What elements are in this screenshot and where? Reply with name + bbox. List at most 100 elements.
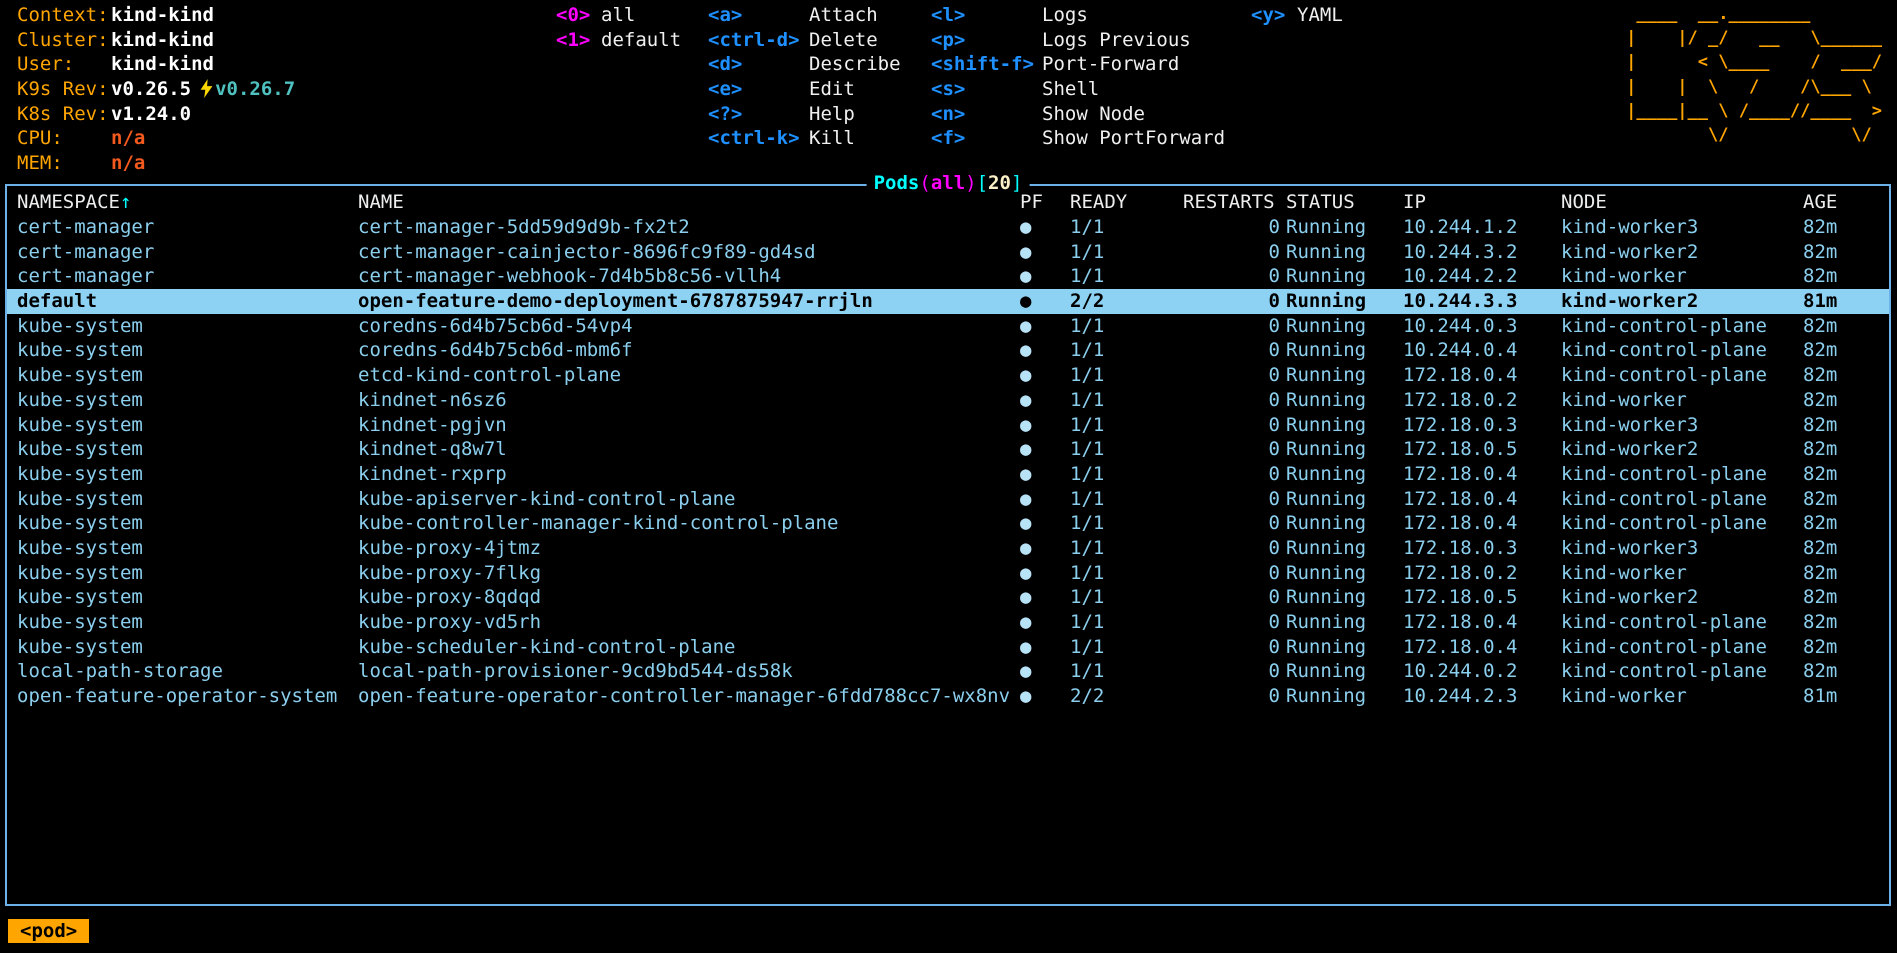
cell-ready: 1/1 xyxy=(1070,511,1180,536)
menu-item-logs-previous[interactable]: <p>Logs Previous xyxy=(931,28,1225,53)
menu-item-shell[interactable]: <s>Shell xyxy=(931,77,1225,102)
column-header-status[interactable]: STATUS xyxy=(1286,186,1401,218)
table-row[interactable]: kube-systemkube-proxy-4jtmz●1/10Running1… xyxy=(7,536,1889,561)
menu-item-logs[interactable]: <l>Logs xyxy=(931,3,1225,28)
pf-bullet-icon: ● xyxy=(1020,338,1068,363)
cell-ready: 1/1 xyxy=(1070,635,1180,660)
cell-status: Running xyxy=(1286,487,1401,512)
cell-node: kind-control-plane xyxy=(1561,462,1801,487)
info-label: K8s Rev: xyxy=(17,102,111,127)
table-row[interactable]: kube-systemkube-proxy-8qdqd●1/10Running1… xyxy=(7,585,1889,610)
table-row[interactable]: kube-systemkindnet-pgjvn●1/10Running172.… xyxy=(7,413,1889,438)
cell-ip: 172.18.0.3 xyxy=(1403,536,1558,561)
cell-name: kube-proxy-vd5rh xyxy=(358,610,1018,635)
info-value: v0.26.5 xyxy=(111,78,191,100)
k9s-logo: ____ __.________| |/ _/ __ \______| < \_… xyxy=(1626,2,1882,147)
menu-action-label: Help xyxy=(809,103,855,125)
cell-ip: 172.18.0.5 xyxy=(1403,585,1558,610)
menu-item-kill[interactable]: <ctrl-k>Kill xyxy=(708,126,901,151)
pf-bullet-icon: ● xyxy=(1020,264,1068,289)
column-header-restarts[interactable]: RESTARTS xyxy=(1183,186,1280,218)
pf-bullet-icon: ● xyxy=(1020,487,1068,512)
cell-ready: 1/1 xyxy=(1070,413,1180,438)
menu-item-show-node[interactable]: <n>Show Node xyxy=(931,102,1225,127)
info-label: MEM: xyxy=(17,151,111,176)
menu-action-label: Logs Previous xyxy=(1042,29,1191,51)
menu-action-label: Shell xyxy=(1042,78,1099,100)
cell-restarts: 0 xyxy=(1183,610,1280,635)
cell-node: kind-worker3 xyxy=(1561,413,1801,438)
table-row[interactable]: kube-systemkube-proxy-vd5rh●1/10Running1… xyxy=(7,610,1889,635)
cell-namespace: cert-manager xyxy=(17,240,357,265)
table-row[interactable]: open-feature-operator-systemopen-feature… xyxy=(7,684,1889,709)
cell-age: 82m xyxy=(1803,536,1883,561)
hotkey: <0> xyxy=(556,3,601,28)
menu-item-help[interactable]: <?>Help xyxy=(708,102,901,127)
cell-ready: 1/1 xyxy=(1070,388,1180,413)
hotkey: <1> xyxy=(556,28,601,53)
cell-status: Running xyxy=(1286,659,1401,684)
menu-action-label: Logs xyxy=(1042,4,1088,26)
column-header-ip[interactable]: IP xyxy=(1403,186,1558,218)
table-row[interactable]: kube-systemetcd-kind-control-plane●1/10R… xyxy=(7,363,1889,388)
table-row[interactable]: local-path-storagelocal-path-provisioner… xyxy=(7,659,1889,684)
table-row[interactable]: defaultopen-feature-demo-deployment-6787… xyxy=(7,289,1889,314)
table-row[interactable]: kube-systemkindnet-q8w7l●1/10Running172.… xyxy=(7,437,1889,462)
menu-item-show-portforward[interactable]: <f>Show PortForward xyxy=(931,126,1225,151)
menu-action-label: Delete xyxy=(809,29,878,51)
menu-item-attach[interactable]: <a>Attach xyxy=(708,3,901,28)
pf-bullet-icon: ● xyxy=(1020,462,1068,487)
table-row[interactable]: cert-managercert-manager-5dd59d9d9b-fx2t… xyxy=(7,215,1889,240)
cell-node: kind-worker3 xyxy=(1561,536,1801,561)
menu-action-label: Kill xyxy=(809,127,855,149)
table-row[interactable]: kube-systemkube-proxy-7flkg●1/10Running1… xyxy=(7,561,1889,586)
cell-node: kind-control-plane xyxy=(1561,338,1801,363)
menu-item-namespace-default[interactable]: <1>default xyxy=(556,28,681,53)
table-row[interactable]: kube-systemkube-controller-manager-kind-… xyxy=(7,511,1889,536)
column-header-name[interactable]: NAME xyxy=(358,186,1018,218)
cell-restarts: 0 xyxy=(1183,215,1280,240)
table-row[interactable]: cert-managercert-manager-webhook-7d4b5b8… xyxy=(7,264,1889,289)
table-row[interactable]: kube-systemkube-scheduler-kind-control-p… xyxy=(7,635,1889,660)
cell-status: Running xyxy=(1286,413,1401,438)
menu-item-namespace-all[interactable]: <0>all xyxy=(556,3,681,28)
cell-node: kind-worker xyxy=(1561,388,1801,413)
column-header-ready[interactable]: READY xyxy=(1070,186,1180,218)
crumb-pod-badge[interactable]: <pod> xyxy=(8,919,89,943)
column-header-namespace[interactable]: NAMESPACE↑ xyxy=(17,186,357,218)
cell-age: 82m xyxy=(1803,635,1883,660)
column-header-pf[interactable]: PF xyxy=(1020,186,1068,218)
table-row[interactable]: kube-systemkube-apiserver-kind-control-p… xyxy=(7,487,1889,512)
cell-ip: 172.18.0.4 xyxy=(1403,511,1558,536)
cell-namespace: kube-system xyxy=(17,536,357,561)
pf-bullet-icon: ● xyxy=(1020,659,1068,684)
column-header-node[interactable]: NODE xyxy=(1561,186,1801,218)
cell-name: cert-manager-cainjector-8696fc9f89-gd4sd xyxy=(358,240,1018,265)
column-header-age[interactable]: AGE xyxy=(1803,186,1883,218)
table-row[interactable]: cert-managercert-manager-cainjector-8696… xyxy=(7,240,1889,265)
cell-status: Running xyxy=(1286,462,1401,487)
table-row[interactable]: kube-systemcoredns-6d4b75cb6d-mbm6f●1/10… xyxy=(7,338,1889,363)
table-row[interactable]: kube-systemkindnet-rxprp●1/10Running172.… xyxy=(7,462,1889,487)
menu-item-edit[interactable]: <e>Edit xyxy=(708,77,901,102)
cell-status: Running xyxy=(1286,511,1401,536)
info-value: n/a xyxy=(111,127,145,149)
table-row[interactable]: kube-systemcoredns-6d4b75cb6d-54vp4●1/10… xyxy=(7,314,1889,339)
cell-namespace: cert-manager xyxy=(17,264,357,289)
cell-name: kube-scheduler-kind-control-plane xyxy=(358,635,1018,660)
table-row[interactable]: kube-systemkindnet-n6sz6●1/10Running172.… xyxy=(7,388,1889,413)
cell-age: 82m xyxy=(1803,363,1883,388)
cell-node: kind-control-plane xyxy=(1561,511,1801,536)
cell-restarts: 0 xyxy=(1183,413,1280,438)
menu-item-delete[interactable]: <ctrl-d>Delete xyxy=(708,28,901,53)
menu-item-port-forward[interactable]: <shift-f>Port-Forward xyxy=(931,52,1225,77)
menu-item-describe[interactable]: <d>Describe xyxy=(708,52,901,77)
menu-item-yaml[interactable]: <y>YAML xyxy=(1251,3,1343,28)
cell-namespace: kube-system xyxy=(17,462,357,487)
action-hotkey-menu-col1: <a>Attach<ctrl-d>Delete<d>Describe<e>Edi… xyxy=(708,3,901,151)
cell-namespace: kube-system xyxy=(17,585,357,610)
cell-node: kind-control-plane xyxy=(1561,487,1801,512)
cell-restarts: 0 xyxy=(1183,289,1280,314)
pf-bullet-icon: ● xyxy=(1020,635,1068,660)
cell-name: coredns-6d4b75cb6d-mbm6f xyxy=(358,338,1018,363)
